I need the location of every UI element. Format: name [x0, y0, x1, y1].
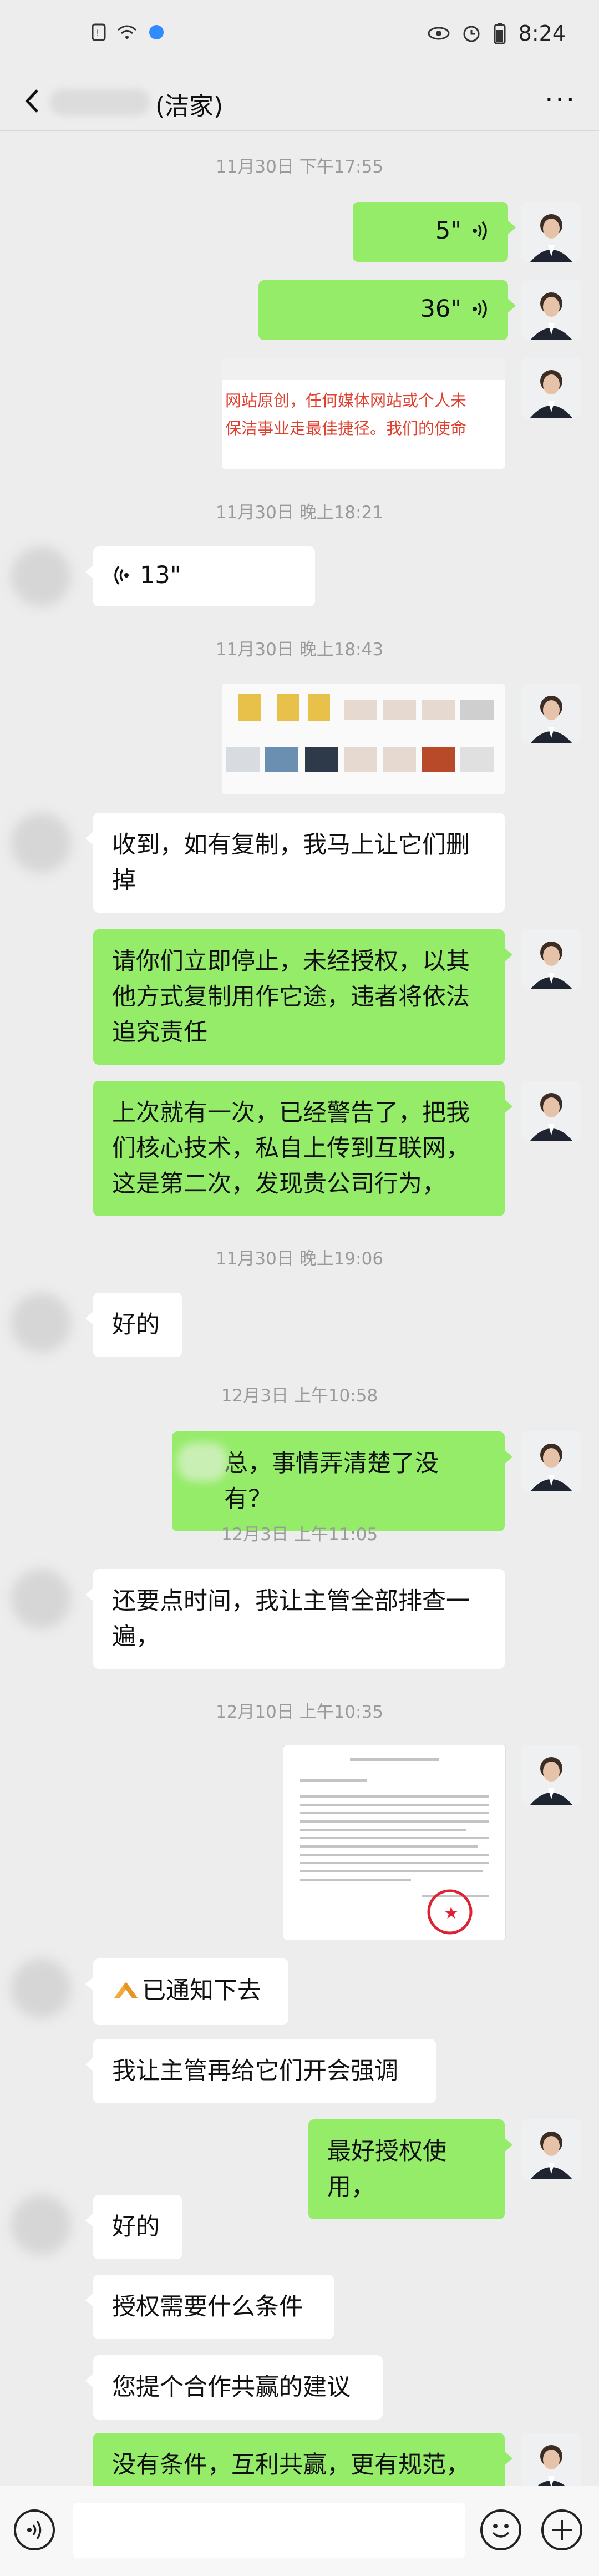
- timestamp: 12月10日 上午10:35: [215, 1702, 384, 1722]
- my-avatar[interactable]: [521, 929, 581, 989]
- wifi-icon: [118, 25, 136, 39]
- app-notify-icon: [149, 25, 164, 39]
- avatar-portrait-icon: [521, 2119, 581, 2179]
- avatar-portrait-icon: [521, 684, 581, 743]
- input-toolbar: [0, 2486, 599, 2576]
- voice-wave-icon: [27, 2521, 42, 2539]
- emoji-button[interactable]: [480, 2509, 521, 2550]
- more-actions-button[interactable]: [541, 2509, 582, 2550]
- avatar-portrait-icon: [521, 2433, 581, 2493]
- image-message[interactable]: [222, 684, 505, 794]
- text-message[interactable]: 最好授权使用，: [308, 2119, 512, 2219]
- message-input[interactable]: [73, 2503, 465, 2558]
- timestamp: 11月30日 晚上18:43: [215, 640, 384, 660]
- avatar-portrait-icon: [521, 1431, 581, 1491]
- voice-duration: 13": [140, 561, 181, 589]
- my-avatar[interactable]: [521, 202, 581, 262]
- voice-wave-icon: [473, 221, 487, 241]
- message-text: 总，事情弄清楚了没有？: [224, 1450, 439, 1513]
- text-message[interactable]: 请你们立即停止，未经授权，以其他方式复制用作它途，违者将依法追究责任: [93, 929, 512, 1065]
- voice-duration: 5": [435, 217, 461, 245]
- text-message[interactable]: 已通知下去: [85, 1958, 288, 2025]
- back-arrow-icon[interactable]: [19, 86, 47, 117]
- my-avatar[interactable]: [521, 684, 581, 743]
- timestamp: 12月3日 上午10:58: [221, 1386, 378, 1406]
- svg-text:★: ★: [444, 1904, 459, 1923]
- svg-text:!: !: [96, 28, 99, 38]
- my-avatar[interactable]: [521, 1081, 581, 1141]
- text-message[interactable]: 好的: [85, 1293, 182, 1357]
- voice-wave-icon: [473, 299, 487, 319]
- my-avatar[interactable]: [521, 358, 581, 418]
- timestamp: 11月30日 下午17:55: [215, 157, 384, 177]
- status-icons-right: 8:24: [428, 21, 566, 45]
- eye-icon: [428, 27, 450, 40]
- voice-message[interactable]: 13": [85, 546, 315, 606]
- alarm-icon: [463, 26, 480, 42]
- avatar-portrait-icon: [521, 1081, 581, 1141]
- voice-wave-icon: [114, 565, 129, 585]
- image-text-line: 网站原创，任何媒体网站或个人未: [225, 391, 467, 410]
- my-avatar[interactable]: [521, 280, 581, 340]
- text-message[interactable]: 上次就有一次，已经警告了，把我们核心技术，私自上传到互联网，这是第二次，发现贵公…: [93, 1081, 512, 1216]
- plus-icon: [552, 2520, 572, 2540]
- contact-name-blurred: [50, 89, 150, 115]
- contact-avatar[interactable]: [11, 1293, 71, 1353]
- contact-avatar[interactable]: [11, 546, 71, 606]
- text-message[interactable]: 好的: [85, 2195, 182, 2259]
- avatar-portrait-icon: [521, 1745, 581, 1805]
- avatar-portrait-icon: [521, 929, 581, 989]
- document-thumbnail: ★: [283, 1745, 505, 1940]
- my-avatar[interactable]: [521, 1745, 581, 1805]
- avatar-portrait-icon: [521, 202, 581, 262]
- status-bar: ! 8:24: [0, 0, 599, 72]
- chat-header: (洁家) ···: [0, 72, 599, 131]
- my-avatar[interactable]: [521, 2119, 581, 2179]
- text-message[interactable]: 总，事情弄清楚了没有？: [172, 1431, 512, 1531]
- sim-icon: !: [92, 23, 106, 41]
- image-message[interactable]: ★: [283, 1745, 506, 1940]
- timestamp: 11月30日 晚上18:21: [215, 503, 384, 523]
- contact-avatar[interactable]: [11, 813, 71, 873]
- file-grid-thumbnail: [222, 684, 505, 794]
- text-message[interactable]: 收到，如有复制，我马上让它们删掉: [85, 813, 505, 913]
- more-options-icon[interactable]: ···: [545, 87, 577, 113]
- smiley-icon: [492, 2524, 510, 2538]
- image-text-line: 保洁事业走最佳捷径。我们的使命: [225, 419, 467, 438]
- my-avatar[interactable]: [521, 2433, 581, 2493]
- message-text: 已通知下去: [142, 1977, 261, 2005]
- voice-message[interactable]: 36": [258, 280, 516, 340]
- contact-avatar[interactable]: [11, 2195, 71, 2255]
- text-message[interactable]: 我让主管再给它们开会强调: [85, 2039, 436, 2103]
- timestamp: 12月3日 上午11:05: [221, 1525, 378, 1545]
- contact-avatar[interactable]: [11, 1569, 71, 1629]
- timestamp: 11月30日 晚上19:06: [215, 1249, 384, 1269]
- text-message[interactable]: 还要点时间，我让主管全部排查一遍，: [85, 1569, 505, 1669]
- folded-hands-emoji-icon: [112, 1975, 142, 2010]
- battery-icon: [494, 23, 506, 44]
- avatar-portrait-icon: [521, 358, 581, 418]
- voice-input-button[interactable]: [14, 2509, 55, 2550]
- blurred-name: [177, 1443, 227, 1481]
- clock-time: 8:24: [518, 21, 566, 45]
- text-message[interactable]: 授权需要什么条件: [85, 2275, 334, 2339]
- my-avatar[interactable]: [521, 1431, 581, 1491]
- text-message[interactable]: 您提个合作共赢的建议: [85, 2355, 383, 2420]
- voice-message[interactable]: 5": [353, 202, 516, 262]
- voice-duration: 36": [420, 295, 462, 323]
- status-icons-left: !: [92, 23, 165, 41]
- chat-title: (洁家): [155, 92, 224, 120]
- contact-avatar[interactable]: [11, 1958, 71, 2018]
- image-message[interactable]: 网站原创，任何媒体网站或个人未 保洁事业走最佳捷径。我们的使命: [222, 358, 505, 469]
- avatar-portrait-icon: [521, 280, 581, 340]
